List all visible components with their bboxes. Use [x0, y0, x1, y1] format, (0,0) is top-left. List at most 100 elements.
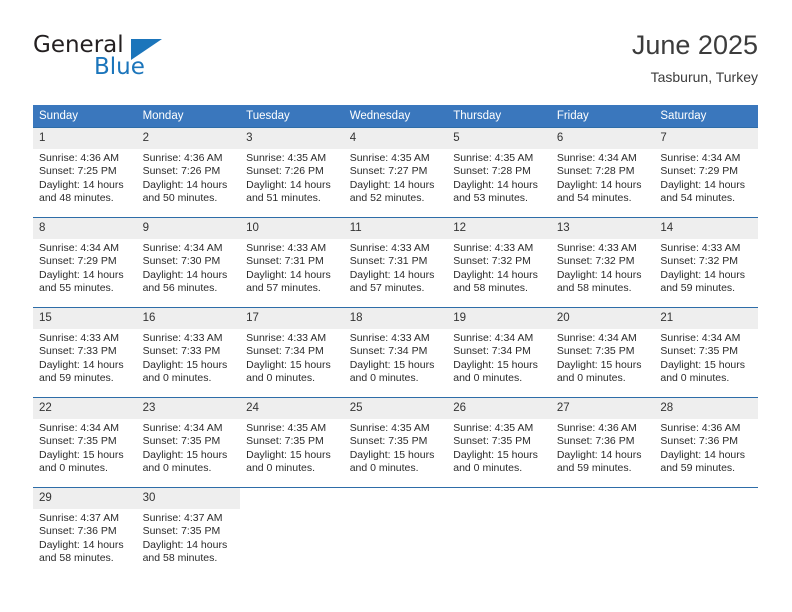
calendar-day-cell[interactable]: 3 Sunrise: 4:35 AM Sunset: 7:26 PM Daylight…: [240, 127, 344, 218]
calendar-day-cell[interactable]: 1 Sunrise: 4:36 AM Sunset: 7:25 PM Daylight…: [33, 127, 137, 218]
day-number: 26: [447, 398, 551, 419]
day-number: 17: [240, 308, 344, 329]
calendar-day-cell[interactable]: 6 Sunrise: 4:34 AM Sunset: 7:28 PM Daylight…: [550, 127, 655, 218]
daylight-text: Daylight: 14 hours and 54 minutes.: [556, 178, 642, 205]
day-number: 11: [343, 218, 448, 239]
day-details: Sunrise: 4:34 AM Sunset: 7:30 PM Daylight:…: [137, 239, 241, 296]
daylight-text: Daylight: 14 hours and 58 minutes.: [142, 538, 228, 565]
calendar-day-cell[interactable]: 20 Sunrise: 4:34 AM Sunset: 7:35 PM Dayligh…: [550, 307, 655, 398]
sunrise-text: Sunrise: 4:36 AM: [660, 422, 741, 434]
calendar-day-cell[interactable]: 14 Sunrise: 4:33 AM Sunset: 7:32 PM Dayligh…: [654, 217, 758, 308]
calendar-day-cell[interactable]: 5 Sunrise: 4:35 AM Sunset: 7:28 PM Daylight…: [447, 127, 551, 218]
sunrise-text: Sunrise: 4:37 AM: [142, 512, 223, 524]
calendar-day-cell[interactable]: 27 Sunrise: 4:36 AM Sunset: 7:36 PM Dayligh…: [550, 397, 655, 488]
sunrise-text: Sunrise: 4:35 AM: [453, 422, 534, 434]
calendar-day-cell[interactable]: 29 Sunrise: 4:37 AM Sunset: 7:36 PM Dayligh…: [33, 487, 137, 577]
daylight-text: Daylight: 14 hours and 53 minutes.: [453, 178, 538, 205]
calendar-day-cell[interactable]: 21 Sunrise: 4:34 AM Sunset: 7:35 PM Dayligh…: [654, 307, 758, 398]
sunrise-text: Sunrise: 4:33 AM: [349, 242, 430, 254]
daylight-text: Daylight: 15 hours and 0 minutes.: [39, 448, 124, 475]
daylight-text: Daylight: 14 hours and 59 minutes.: [556, 448, 642, 475]
calendar-day-cell[interactable]: 9 Sunrise: 4:34 AM Sunset: 7:30 PM Daylight…: [136, 217, 241, 308]
weekday-header-thursday: Thursday: [447, 105, 551, 128]
day-details: Sunrise: 4:33 AM Sunset: 7:34 PM Daylight:…: [344, 329, 448, 386]
day-details: Sunrise: 4:33 AM Sunset: 7:31 PM Daylight:…: [240, 239, 344, 296]
day-details: Sunrise: 4:34 AM Sunset: 7:35 PM Daylight:…: [551, 329, 655, 386]
daylight-text: Daylight: 14 hours and 54 minutes.: [660, 178, 746, 205]
daylight-text: Daylight: 14 hours and 56 minutes.: [142, 268, 228, 295]
calendar-day-cell[interactable]: 2 Sunrise: 4:36 AM Sunset: 7:26 PM Daylight…: [136, 127, 241, 218]
calendar-day-cell[interactable]: 16 Sunrise: 4:33 AM Sunset: 7:33 PM Dayligh…: [136, 307, 241, 398]
calendar-day-cell[interactable]: 11 Sunrise: 4:33 AM Sunset: 7:31 PM Dayligh…: [343, 217, 448, 308]
daylight-text: Daylight: 15 hours and 0 minutes.: [349, 448, 435, 475]
daylight-text: Daylight: 14 hours and 59 minutes.: [660, 268, 746, 295]
day-number: [654, 488, 758, 509]
calendar-day-cell[interactable]: 24 Sunrise: 4:35 AM Sunset: 7:35 PM Dayligh…: [240, 397, 344, 488]
day-number: 29: [33, 488, 137, 509]
day-details: Sunrise: 4:33 AM Sunset: 7:33 PM Daylight:…: [33, 329, 137, 386]
sunrise-text: Sunrise: 4:35 AM: [246, 422, 327, 434]
daylight-text: Daylight: 14 hours and 48 minutes.: [39, 178, 124, 205]
calendar-day-cell[interactable]: 26 Sunrise: 4:35 AM Sunset: 7:35 PM Dayligh…: [447, 397, 551, 488]
day-details: Sunrise: 4:33 AM Sunset: 7:32 PM Daylight:…: [551, 239, 655, 296]
sunset-text: Sunset: 7:28 PM: [556, 165, 635, 178]
day-details: Sunrise: 4:33 AM Sunset: 7:32 PM Daylight:…: [447, 239, 551, 296]
sunset-text: Sunset: 7:27 PM: [349, 165, 428, 178]
calendar-day-cell[interactable]: 30 Sunrise: 4:37 AM Sunset: 7:35 PM Dayligh…: [136, 487, 241, 577]
calendar-day-cell[interactable]: 12 Sunrise: 4:33 AM Sunset: 7:32 PM Dayligh…: [447, 217, 551, 308]
sunset-text: Sunset: 7:34 PM: [453, 345, 531, 358]
weekday-header-wednesday: Wednesday: [343, 105, 448, 128]
sunrise-text: Sunrise: 4:33 AM: [453, 242, 534, 254]
sunset-text: Sunset: 7:30 PM: [142, 255, 221, 268]
sunrise-text: Sunrise: 4:36 AM: [39, 152, 119, 164]
day-number: 9: [136, 218, 241, 239]
day-number: 10: [240, 218, 344, 239]
sunrise-text: Sunrise: 4:36 AM: [556, 422, 637, 434]
calendar-day-cell[interactable]: 23 Sunrise: 4:34 AM Sunset: 7:35 PM Dayligh…: [136, 397, 241, 488]
day-number: 6: [550, 128, 655, 149]
sunrise-text: Sunrise: 4:35 AM: [453, 152, 534, 164]
calendar-day-cell[interactable]: 17 Sunrise: 4:33 AM Sunset: 7:34 PM Dayligh…: [240, 307, 344, 398]
location-subtitle: Tasburun, Turkey: [650, 69, 758, 85]
calendar-day-cell[interactable]: 13 Sunrise: 4:33 AM Sunset: 7:32 PM Dayligh…: [550, 217, 655, 308]
day-details: Sunrise: 4:35 AM Sunset: 7:27 PM Daylight:…: [344, 149, 448, 206]
calendar-day-cell[interactable]: 22 Sunrise: 4:34 AM Sunset: 7:35 PM Dayligh…: [33, 397, 137, 488]
sunrise-text: Sunrise: 4:37 AM: [39, 512, 119, 524]
sunset-text: Sunset: 7:35 PM: [246, 435, 324, 448]
daylight-text: Daylight: 15 hours and 0 minutes.: [556, 358, 642, 385]
sunrise-text: Sunrise: 4:33 AM: [660, 242, 741, 254]
sunset-text: Sunset: 7:26 PM: [246, 165, 324, 178]
daylight-text: Daylight: 14 hours and 57 minutes.: [246, 268, 331, 295]
calendar-day-cell[interactable]: 28 Sunrise: 4:36 AM Sunset: 7:36 PM Dayligh…: [654, 397, 758, 488]
calendar-day-cell[interactable]: 19 Sunrise: 4:34 AM Sunset: 7:34 PM Dayligh…: [447, 307, 551, 398]
sunset-text: Sunset: 7:36 PM: [39, 525, 117, 538]
calendar-day-cell[interactable]: 7 Sunrise: 4:34 AM Sunset: 7:29 PM Daylight…: [654, 127, 758, 218]
daylight-text: Daylight: 14 hours and 59 minutes.: [660, 448, 746, 475]
day-details: Sunrise: 4:34 AM Sunset: 7:34 PM Daylight:…: [447, 329, 551, 386]
daylight-text: Daylight: 15 hours and 0 minutes.: [660, 358, 746, 385]
daylight-text: Daylight: 15 hours and 0 minutes.: [453, 448, 538, 475]
calendar-day-cell[interactable]: 4 Sunrise: 4:35 AM Sunset: 7:27 PM Daylight…: [343, 127, 448, 218]
calendar-day-cell[interactable]: 10 Sunrise: 4:33 AM Sunset: 7:31 PM Dayligh…: [240, 217, 344, 308]
day-details: Sunrise: 4:36 AM Sunset: 7:36 PM Daylight:…: [551, 419, 655, 476]
day-number: 24: [240, 398, 344, 419]
page-header: General Blue June 2025 Tasburun, Turkey: [33, 28, 758, 96]
sunset-text: Sunset: 7:29 PM: [660, 165, 739, 178]
brand-logo[interactable]: General Blue: [33, 32, 253, 90]
calendar-empty-cell: [654, 487, 758, 577]
daylight-text: Daylight: 14 hours and 58 minutes.: [453, 268, 538, 295]
sunrise-text: Sunrise: 4:35 AM: [246, 152, 327, 164]
day-number: 2: [136, 128, 241, 149]
weekday-header-tuesday: Tuesday: [240, 105, 344, 128]
sunrise-text: Sunrise: 4:33 AM: [349, 332, 430, 344]
daylight-text: Daylight: 14 hours and 58 minutes.: [39, 538, 124, 565]
calendar-day-cell[interactable]: 18 Sunrise: 4:33 AM Sunset: 7:34 PM Dayligh…: [343, 307, 448, 398]
sunset-text: Sunset: 7:33 PM: [142, 345, 221, 358]
calendar-day-cell[interactable]: 8 Sunrise: 4:34 AM Sunset: 7:29 PM Daylight…: [33, 217, 137, 308]
day-details: Sunrise: 4:34 AM Sunset: 7:35 PM Daylight:…: [137, 419, 241, 476]
calendar-day-cell[interactable]: 25 Sunrise: 4:35 AM Sunset: 7:35 PM Dayligh…: [343, 397, 448, 488]
calendar-day-cell[interactable]: 15 Sunrise: 4:33 AM Sunset: 7:33 PM Dayligh…: [33, 307, 137, 398]
day-details: Sunrise: 4:35 AM Sunset: 7:26 PM Daylight:…: [240, 149, 344, 206]
day-number: 4: [343, 128, 448, 149]
sunset-text: Sunset: 7:31 PM: [349, 255, 428, 268]
